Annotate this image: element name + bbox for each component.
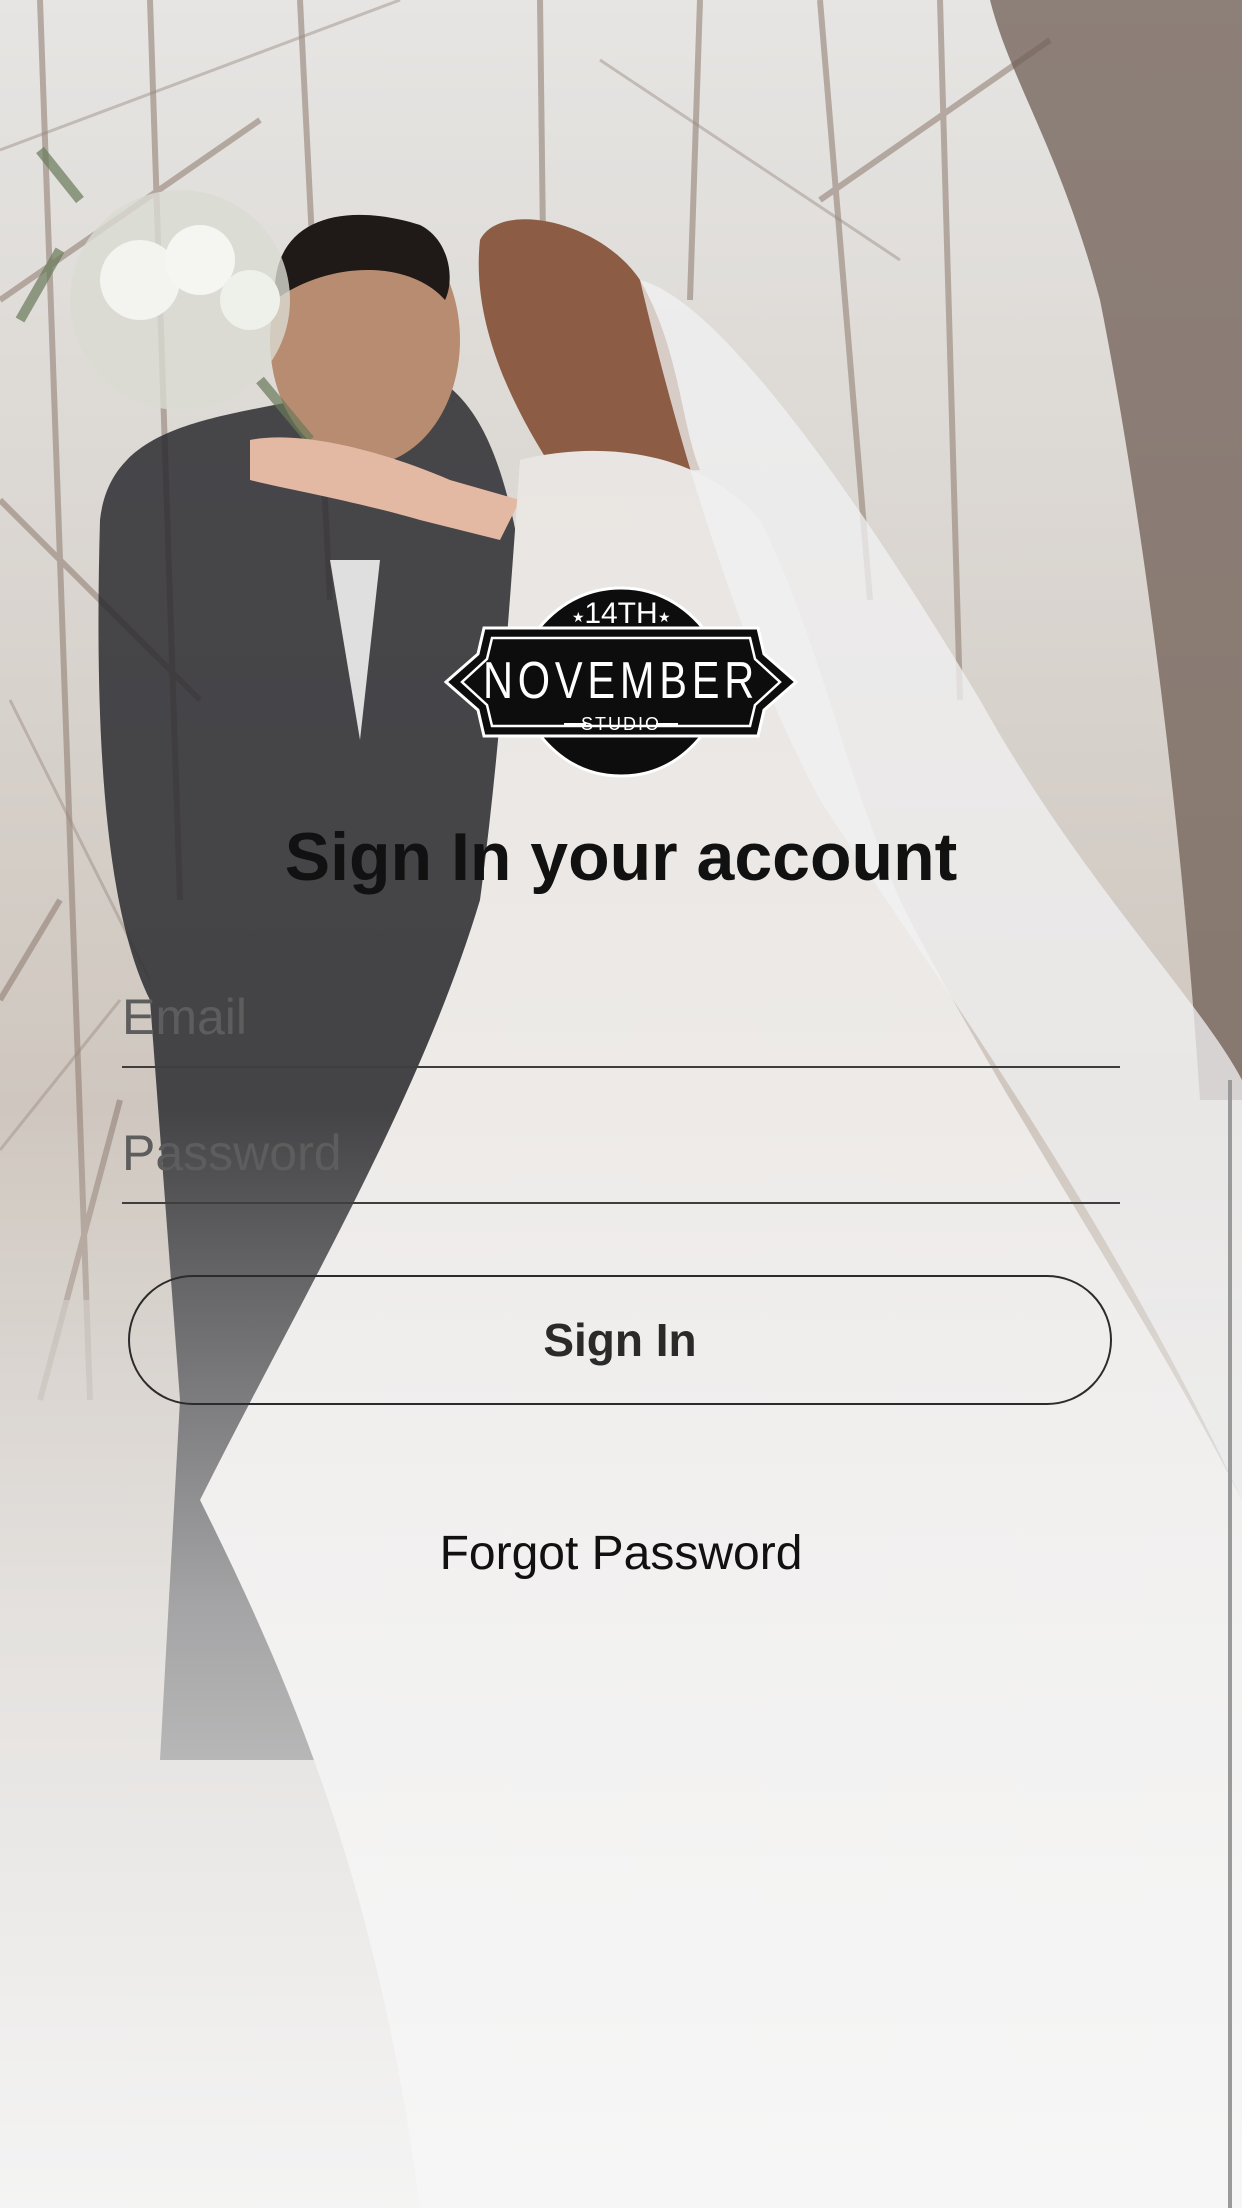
svg-text:★: ★ (572, 610, 585, 626)
signin-screen: ★ ★ 14TH NOVEMBER STUDIO Sign In your ac… (0, 0, 1242, 2208)
email-input[interactable] (122, 982, 1120, 1052)
logo-sub-text: STUDIO (581, 714, 661, 734)
password-input[interactable] (122, 1118, 1120, 1188)
forgot-password-link[interactable]: Forgot Password (0, 1526, 1242, 1581)
sign-in-button[interactable]: Sign In (128, 1275, 1112, 1405)
email-field (122, 970, 1120, 1068)
svg-text:★: ★ (658, 610, 671, 626)
page-title: Sign In your account (284, 819, 958, 895)
background-fade-overlay (0, 1108, 1242, 2208)
password-field (122, 1106, 1120, 1204)
logo-main-text: NOVEMBER (483, 652, 759, 710)
sign-in-button-label: Sign In (543, 1314, 697, 1366)
scroll-edge (1228, 1080, 1232, 2208)
november-studio-logo: ★ ★ 14TH NOVEMBER STUDIO (443, 584, 799, 779)
logo-top-text: 14TH (584, 597, 657, 630)
